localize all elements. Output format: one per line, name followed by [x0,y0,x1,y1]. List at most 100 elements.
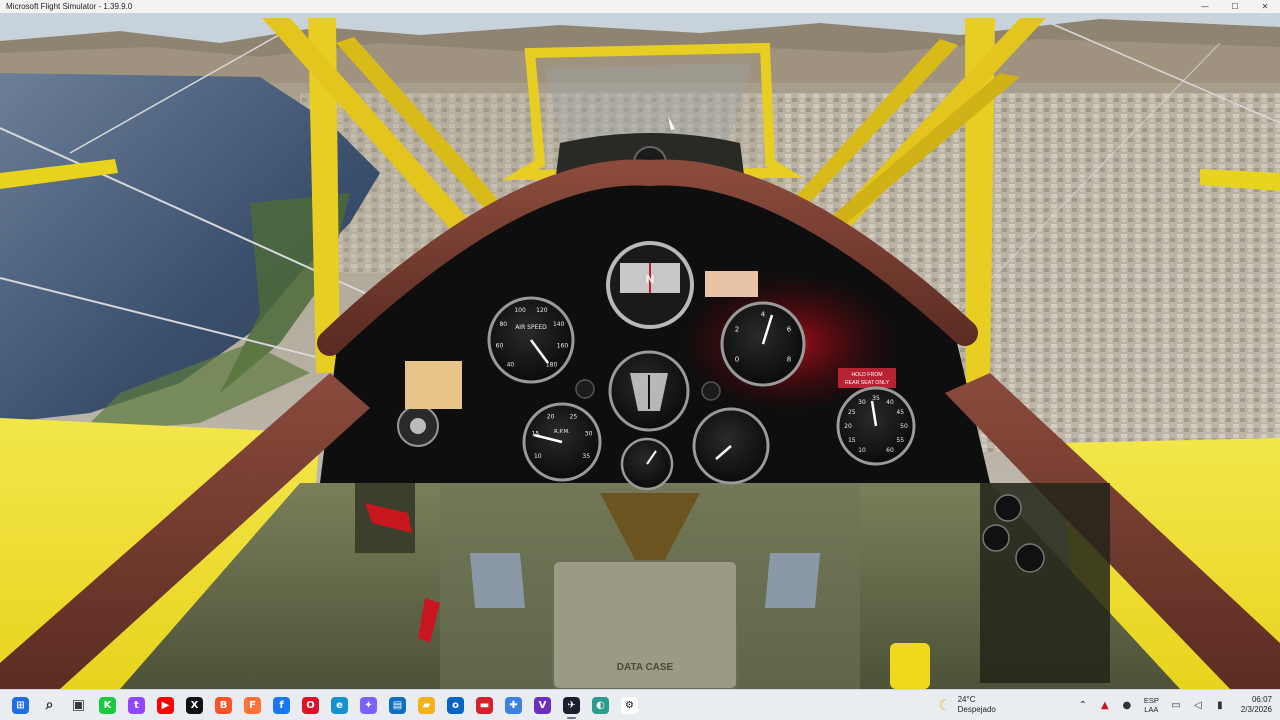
rear-seat-placard-line2: REAR SEAT ONLY [845,380,890,386]
title-bar: Microsoft Flight Simulator - 1.39.9.0 — … [0,0,1280,13]
info-placard-small [705,271,758,297]
flight-simulator-icon: ✈ [563,696,580,714]
taskbar-facebook-button[interactable]: f [267,690,296,720]
taskbar: ⊞ ⌕ ▣ Kt ▶ X B Ff Oe ✦ ▤ ▰ o ▬ ✚ V ✈ ◐ ⚙ ☾ 24°C Despejado … [0,689,1280,720]
taskbar-browser-alt-button[interactable]: ◐ [586,690,615,720]
airspeed-label: AIR SPEED [515,324,547,331]
right-gauge-tick-label: 25 [848,409,856,416]
oil-gauge [692,407,770,485]
right-rudder-pedal[interactable] [765,553,820,608]
right-gauge-tick-label: 30 [858,399,866,406]
weather-widget[interactable]: ☾ 24°C Despejado [938,695,996,715]
tach-tick-label: 20 [547,413,555,420]
taskbar-edge-button[interactable]: e [325,690,354,720]
taskbar-start-button[interactable]: ⊞ [6,690,35,720]
altimeter-tick-label: 6 [787,325,792,333]
altimeter-tick-label: 2 [735,325,739,333]
kick-icon: K [99,696,116,714]
taskbar-task-view-button[interactable]: ▣ [64,690,93,720]
remote-desktop-icon: ▤ [389,696,406,714]
adobe-icon[interactable]: ▲ [1094,690,1116,720]
taskbar-youtube-button[interactable]: ▶ [151,690,180,720]
right-gauge-tick-label: 10 [858,447,866,454]
twitch-icon: t [128,696,145,714]
network-icon[interactable]: ▭ [1165,690,1187,720]
taskbar-file-explorer-button[interactable]: ▰ [412,690,441,720]
weather-temp: 24°C [957,695,976,704]
chevron-up-icon[interactable]: ⌃ [1072,690,1094,720]
compass-heading: N [645,273,654,286]
language-line1: ESP [1143,696,1159,705]
volume-icon[interactable]: ◁ [1187,690,1209,720]
youtube-icon: ▶ [157,696,174,714]
task-view-icon: ▣ [71,697,86,713]
game-viewport[interactable]: DATA CASE HOLD FROM REAR SEAT ONLY N 40 … [0,13,1280,689]
turn-indicator [608,350,690,432]
chatgpt-icon: ⚙ [621,696,638,714]
browser-alt-icon: ◐ [592,696,609,714]
right-gauge-tick-label: 20 [844,423,852,430]
altimeter: 0 2 4 6 8 [720,301,806,387]
weather-condition: Despejado [957,705,996,714]
opera-icon: O [302,696,319,714]
language-indicator[interactable]: ESP LAA [1144,696,1159,714]
taskbar-opera-button[interactable]: O [296,690,325,720]
altimeter-tick-label: 4 [761,310,766,318]
taskbar-twitch-button[interactable]: t [122,690,151,720]
right-gauge-tick-label: 40 [886,399,894,406]
airspeed-tick-label: 100 [514,307,526,314]
clock-date: 2/3/2026 [1240,705,1272,714]
left-rudder-pedal[interactable] [470,553,525,608]
media-app-icon: ▬ [476,696,493,714]
taskbar-media-app-button[interactable]: ▬ [470,690,499,720]
taskbar-remote-desktop-button[interactable]: ▤ [383,690,412,720]
small-gauge [620,437,674,491]
taskbar-copilot-button[interactable]: ✦ [354,690,383,720]
microphone-icon[interactable]: ● [1116,690,1138,720]
airspeed-tick-label: 40 [507,362,515,369]
taskbar-chatgpt-button[interactable]: ⚙ [615,690,644,720]
battery-icon[interactable]: ▮ [1209,690,1231,720]
tach-tick-label: 35 [582,453,590,460]
info-placard [405,361,462,409]
right-gauge-tick-label: 60 [886,447,894,454]
taskbar-kick-button[interactable]: K [93,690,122,720]
firefox-icon: F [244,696,261,714]
right-gauge-tick-label: 15 [848,437,856,444]
taskbar-x-button[interactable]: X [180,690,209,720]
search-icon: ⌕ [45,697,54,713]
edge-icon: e [331,696,348,714]
clock[interactable]: 06:07 2/3/2026 [1241,695,1272,715]
app-window: Microsoft Flight Simulator - 1.39.9.0 — … [0,0,1280,720]
taskbar-flight-simulator-button[interactable]: ✈ [557,690,586,720]
tachometer: 101520 253035 R.P.M. [522,402,602,482]
airspeed-tick-label: 80 [499,321,507,328]
moon-icon: ☾ [938,696,952,714]
right-gauge-tick-label: 45 [896,409,904,416]
taskbar-firefox-button[interactable]: F [238,690,267,720]
close-button[interactable]: ✕ [1250,0,1280,13]
taskbar-outlook-button[interactable]: o [441,690,470,720]
taskbar-apps: ⊞ ⌕ ▣ Kt ▶ X B Ff Oe ✦ ▤ ▰ o ▬ ✚ V ✈ ◐ ⚙ [0,690,644,720]
tach-tick-label: 10 [534,453,542,460]
cockpit-scene: DATA CASE HOLD FROM REAR SEAT ONLY N 406… [0,13,1280,689]
maximize-button[interactable]: ☐ [1220,0,1250,13]
yellow-handle[interactable] [890,643,930,689]
file-explorer-icon: ▰ [418,696,435,714]
taskbar-snipping-tool-button[interactable]: ✚ [499,690,528,720]
right-gauge-tick-label: 35 [872,395,880,402]
altimeter-tick-label: 8 [787,355,791,363]
outlook-icon: o [447,696,464,714]
taskbar-visual-studio-button[interactable]: V [528,690,557,720]
altimeter-tick-label: 0 [735,355,739,363]
airspeed-tick-label: 120 [536,307,548,314]
taskbar-search-button[interactable]: ⌕ [35,690,64,720]
airspeed-tick-label: 60 [496,343,504,350]
right-gauge: 1015 20 2530 35 4045 50 5560 [836,386,916,466]
taskbar-brave-button[interactable]: B [209,690,238,720]
minimize-button[interactable]: — [1190,0,1220,13]
system-tray: ☾ 24°C Despejado ⌃ ▲ ● ESP LAA ▭ ◁ ▮ 06:… [938,690,1280,720]
clock-time: 06:07 [1251,695,1272,704]
airspeed-tick-label: 140 [553,321,565,328]
copilot-icon: ✦ [360,696,377,714]
